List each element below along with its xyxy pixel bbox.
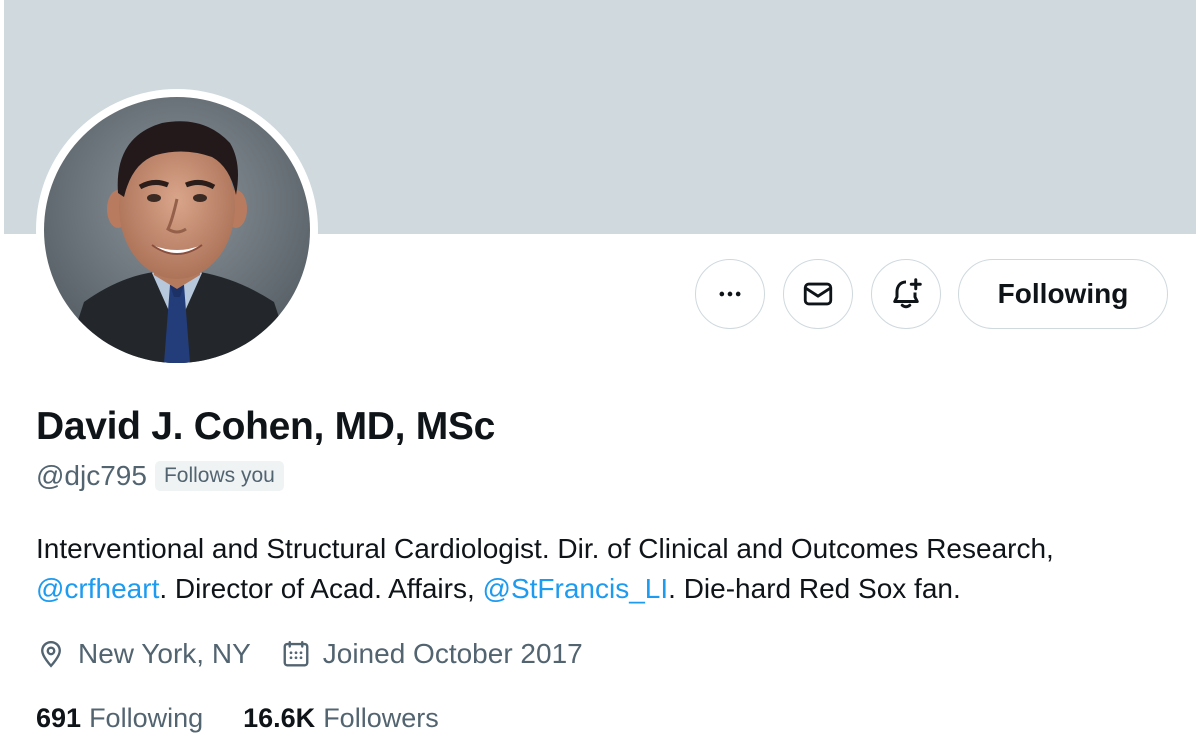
more-horizontal-icon [719,291,741,297]
followers-count: 16.6K [243,702,316,733]
page-edge [0,0,4,750]
following-button[interactable]: Following [958,259,1168,329]
following-stat-link[interactable]: 691 Following [36,703,203,734]
profile-handle: @djc795 [36,460,147,491]
followers-label: Followers [323,702,439,733]
profile-meta: New York, NY Joined October 2017 [36,632,583,676]
profile-page: Following David J. Cohen, MD, MSc @djc79… [0,0,1196,750]
envelope-icon [803,282,833,306]
profile-stats: 691 Following 16.6K Followers [36,698,439,738]
notifications-button[interactable] [871,259,941,329]
more-button[interactable] [695,259,765,329]
follows-you-badge: Follows you [154,461,284,491]
handle-row: @djc795 Follows you [36,458,284,494]
location-item: New York, NY [36,638,251,670]
mention-link-crfheart[interactable]: @crfheart [36,573,159,604]
bio-line-2: @crfheart. Director of Acad. Affairs, @S… [36,569,1176,609]
bio-text-2: . Director of Acad. Affairs, [159,573,483,604]
followers-stat-link[interactable]: 16.6K Followers [243,703,439,734]
calendar-icon [283,640,309,667]
joined-item: Joined October 2017 [281,638,583,670]
bio-text-3: . Die-hard Red Sox fan. [668,573,961,604]
location-text: New York, NY [78,638,251,669]
joined-text: Joined October 2017 [322,638,583,669]
following-label: Following [89,702,204,733]
following-count: 691 [36,702,82,733]
bell-plus-icon [893,278,922,309]
mention-link-stfrancis[interactable]: @StFrancis_LI [483,573,669,604]
profile-bio: Interventional and Structural Cardiologi… [36,529,1176,609]
following-button-label: Following [997,278,1129,309]
message-button[interactable] [783,259,853,329]
profile-actions: Following [0,259,1196,331]
bio-line-1: Interventional and Structural Cardiologi… [36,533,1054,564]
profile-name: David J. Cohen, MD, MSc [36,405,496,448]
map-pin-icon [41,640,61,668]
